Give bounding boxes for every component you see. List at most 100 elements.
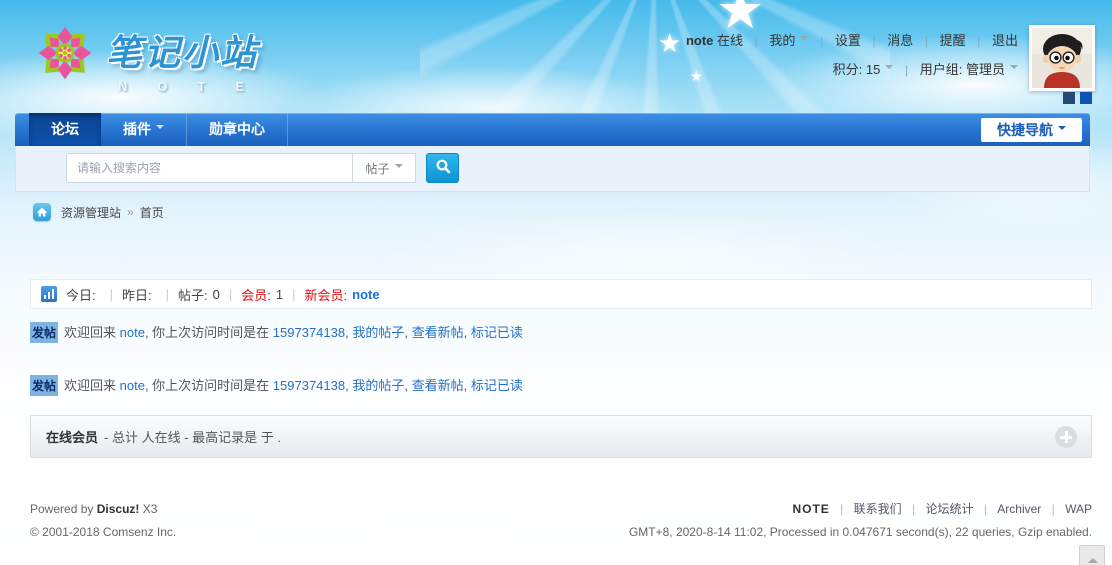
footer-site-name: NOTE (792, 502, 829, 516)
my-posts-link[interactable]: 我的帖子 (352, 378, 404, 393)
flower-logo-icon (36, 24, 94, 87)
separator: | (166, 287, 169, 302)
separator: | (292, 287, 295, 302)
star-icon: ★ (658, 28, 681, 59)
welcome-text: , (404, 378, 411, 393)
footer-links-line: NOTE | 联系我们 | 论坛统计 | Archiver | WAP (629, 498, 1092, 521)
last-visit-timestamp-link[interactable]: 1597374138 (273, 378, 345, 393)
stat-posts-value: 0 (213, 287, 220, 302)
online-status: 在线 (717, 33, 743, 48)
forum-page: ★ ★ ★ (0, 0, 1112, 565)
powered-by-text: Powered by (30, 502, 93, 516)
username-link[interactable]: note (686, 33, 713, 48)
nav-items: 论坛 插件 勋章中心 (29, 113, 1090, 146)
welcome-text: , (404, 325, 411, 340)
mark-read-link[interactable]: 标记已读 (471, 325, 523, 340)
search-box: 帖子 (66, 153, 459, 183)
footer-info-line: GMT+8, 2020-8-14 11:02, Processed in 0.0… (629, 521, 1092, 544)
breadcrumb: 资源管理站 » 首页 (33, 203, 164, 221)
separator: | (820, 34, 823, 48)
arrow-up-icon (1088, 553, 1098, 563)
archiver-link[interactable]: Archiver (997, 502, 1041, 516)
online-members-title: 在线会员 (46, 427, 98, 446)
separator: | (229, 287, 232, 302)
stat-members-value: 1 (276, 287, 283, 302)
site-title: 笔记小站 (106, 24, 274, 76)
chevron-down-icon (1058, 126, 1066, 134)
nav-item-medal-center[interactable]: 勋章中心 (187, 113, 288, 146)
view-new-posts-link[interactable]: 查看新帖 (412, 378, 464, 393)
discuz-link[interactable]: Discuz! (97, 502, 140, 516)
stat-today-label: 今日: (66, 285, 96, 304)
search-panel: 帖子 (15, 146, 1090, 192)
contact-us-link[interactable]: 联系我们 (854, 502, 902, 516)
search-input[interactable] (66, 153, 352, 183)
search-button[interactable] (426, 153, 459, 183)
online-members-bar: 在线会员 - 总计 人在线 - 最高记录是 于 . (30, 415, 1092, 458)
usergroup-label: 用户组: (920, 62, 963, 77)
online-members-summary: - 总计 人在线 - 最高记录是 于 . (104, 427, 281, 446)
forum-stats-link[interactable]: 论坛统计 (925, 502, 973, 516)
main-navbar: 论坛 插件 勋章中心 快捷导航 (15, 113, 1090, 146)
forum-stats-bar: 今日: | 昨日: | 帖子:0 | 会员:1 | 新会员:note (30, 279, 1092, 309)
decoration-square-blue (1080, 92, 1092, 104)
chevron-down-icon (800, 36, 808, 44)
breadcrumb-root-link[interactable]: 资源管理站 (61, 204, 121, 221)
separator: | (984, 502, 987, 516)
stat-newmember-label: 新会员: (305, 285, 348, 304)
chevron-down-icon (1010, 65, 1018, 73)
chevron-down-icon (885, 65, 893, 73)
home-icon[interactable] (33, 203, 51, 221)
site-logo[interactable]: 笔记小站 NOTE (36, 24, 274, 94)
breadcrumb-separator: » (127, 205, 134, 219)
wap-link[interactable]: WAP (1065, 502, 1092, 516)
site-subtitle: NOTE (118, 79, 274, 94)
post-badge[interactable]: 发帖 (30, 375, 58, 396)
search-icon (435, 158, 451, 179)
menu-reminders[interactable]: 提醒 (940, 33, 966, 48)
welcome-message: 发帖欢迎回来 note, 你上次访问时间是在 1597374138, 我的帖子,… (30, 375, 523, 396)
view-new-posts-link[interactable]: 查看新帖 (412, 325, 464, 340)
nav-item-label: 勋章中心 (209, 121, 265, 137)
post-badge[interactable]: 发帖 (30, 322, 58, 343)
separator: | (912, 502, 915, 516)
quick-nav-button[interactable]: 快捷导航 (981, 118, 1082, 142)
menu-logout[interactable]: 退出 (992, 33, 1018, 48)
welcome-message: 发帖欢迎回来 note, 你上次访问时间是在 1597374138, 我的帖子,… (30, 322, 523, 343)
last-visit-timestamp-link[interactable]: 1597374138 (273, 325, 345, 340)
user-panel: note 在线 | 我的 | 设置 | 消息 | 提醒 | 退出 积分: 15 … (686, 30, 1018, 78)
nav-item-plugins[interactable]: 插件 (101, 113, 187, 146)
logo-text: 笔记小站 NOTE (106, 24, 274, 94)
separator: | (872, 34, 875, 48)
menu-settings[interactable]: 设置 (835, 33, 861, 48)
menu-messages[interactable]: 消息 (887, 33, 913, 48)
back-to-top-button[interactable] (1079, 545, 1105, 565)
search-type-select[interactable]: 帖子 (352, 153, 416, 183)
stat-members-label: 会员: (241, 285, 271, 304)
footer-left: Powered by Discuz! X3 © 2001-2018 Comsen… (30, 498, 176, 544)
welcome-text: , (464, 325, 471, 340)
nav-item-forum[interactable]: 论坛 (29, 113, 101, 146)
bar-chart-icon (41, 286, 57, 302)
version-text: X3 (143, 502, 158, 516)
usergroup-value[interactable]: 管理员 (966, 62, 1005, 77)
separator: | (977, 34, 980, 48)
separator: | (755, 34, 758, 48)
copyright-line: © 2001-2018 Comsenz Inc. (30, 521, 176, 544)
mark-read-link[interactable]: 标记已读 (471, 378, 523, 393)
quick-nav-label: 快捷导航 (997, 122, 1053, 138)
avatar[interactable] (1029, 25, 1095, 91)
menu-my[interactable]: 我的 (769, 33, 795, 48)
user-info-row: 积分: 15 | 用户组: 管理员 (686, 59, 1018, 78)
welcome-text: 欢迎回来 (64, 325, 120, 340)
nav-item-label: 论坛 (51, 121, 79, 137)
username-link[interactable]: note (120, 378, 145, 393)
credits-label: 积分: (833, 62, 863, 77)
separator: | (1052, 502, 1055, 516)
my-posts-link[interactable]: 我的帖子 (352, 325, 404, 340)
username-link[interactable]: note (120, 325, 145, 340)
decoration-square-dark (1063, 92, 1075, 104)
expand-icon[interactable] (1055, 426, 1077, 448)
credits-value[interactable]: 15 (866, 62, 880, 77)
new-member-link[interactable]: note (352, 287, 379, 302)
